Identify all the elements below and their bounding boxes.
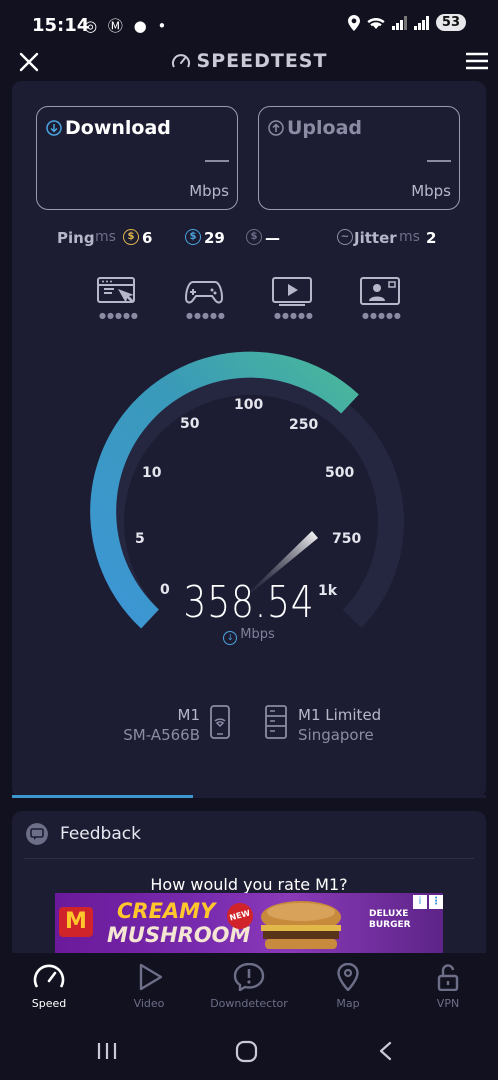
device-info: M1 SM-A566B [123, 705, 200, 745]
nav-speed[interactable]: Speed [0, 963, 99, 1010]
status-bar: 15:14 ◎ Ⓜ ● • 53 [0, 0, 498, 48]
nav-downdetector-label: Downdetector [210, 997, 288, 1010]
current-speed-unit-text: Mbps [240, 627, 275, 642]
nav-vpn-label: VPN [436, 997, 460, 1010]
ping-unit: ms [95, 229, 116, 245]
upload-value-dash [427, 160, 451, 162]
phone-wifi-icon [210, 705, 230, 739]
nav-video[interactable]: Video [99, 963, 199, 1010]
signal-icon [391, 15, 407, 30]
current-speed-value: 358.54 [183, 577, 315, 628]
device-name: M1 [177, 706, 201, 724]
gauge-tick-500: 500 [325, 465, 355, 481]
ad-side-text-1: DELUXE [369, 909, 409, 919]
notification-icons: ◎ Ⓜ ● • [84, 17, 170, 35]
jitter-label: Jitter [354, 229, 397, 247]
ad-options-icon[interactable]: ⋮ [429, 895, 443, 909]
provider-name: M1 Limited [298, 706, 382, 724]
status-time: 15:14 [32, 15, 90, 36]
ad-headline-1: CREAMY [117, 899, 216, 923]
app-bar: SPEEDTEST [0, 48, 498, 78]
bottom-navigation: Speed Video Downdetector Map VPN [0, 953, 498, 1023]
wifi-icon [367, 17, 385, 29]
home-icon[interactable] [235, 1040, 258, 1063]
feedback-divider [24, 858, 474, 859]
jitter-value: 2 [426, 229, 437, 247]
server-location: Singapore [298, 726, 374, 744]
feedback-title: Feedback [60, 824, 141, 844]
speedtest-logo-icon [171, 54, 190, 68]
test-progress-fill [12, 795, 193, 798]
upload-label: Upload [268, 117, 362, 139]
nav-map-label: Map [336, 997, 360, 1010]
gauge-tick-10: 10 [142, 465, 162, 481]
download-result-box: Download Mbps [36, 106, 238, 210]
ad-side-text: DELUXE BURGER [369, 909, 411, 931]
gauge-tick-750: 750 [332, 531, 362, 547]
recents-icon[interactable] [97, 1043, 117, 1059]
speedometer-icon [33, 964, 65, 988]
menu-icon[interactable] [466, 51, 488, 71]
download-arrow-icon [46, 120, 62, 136]
ad-side-text-2: BURGER [369, 920, 411, 930]
ping-label: Ping [57, 229, 95, 247]
nav-video-label: Video [133, 997, 165, 1010]
upload-arrow-icon [268, 120, 284, 136]
unlock-icon [437, 964, 459, 991]
gauge-tick-250: 250 [289, 417, 319, 433]
battery-indicator: 53 [435, 14, 466, 31]
ad-logo: M [59, 907, 93, 937]
system-icons: 53 [347, 14, 466, 31]
video-call-icon[interactable]: ●●●●● [359, 276, 401, 320]
upload-result-box: Upload Mbps [258, 106, 460, 210]
download-small-icon: ↓ [223, 631, 238, 645]
speedtest-card: Download Mbps Upload Mbps Ping ms $ 6 $ … [12, 81, 486, 798]
feedback-panel: Feedback How would you rate M1? M CREAMY… [12, 811, 486, 953]
back-icon[interactable] [379, 1041, 392, 1061]
gauge-tick-100: 100 [234, 397, 264, 413]
ping-download-value: 29 [204, 229, 225, 247]
nav-speed-label: Speed [31, 997, 67, 1010]
play-icon [139, 963, 163, 991]
ping-row: Ping ms $ 6 $ 29 $ — ~ Jitter ms 2 [57, 229, 437, 247]
device-model: SM-A566B [123, 726, 200, 744]
app-title: SPEEDTEST [0, 50, 498, 72]
feedback-icon [26, 823, 48, 845]
server-icon [265, 705, 287, 739]
download-label: Download [46, 117, 171, 139]
current-speed-unit: ↓ Mbps [12, 627, 486, 645]
nav-downdetector[interactable]: Downdetector [199, 963, 299, 1010]
nav-vpn[interactable]: VPN [398, 963, 498, 1010]
web-browsing-icon[interactable]: ●●●●● [96, 276, 138, 320]
feedback-question: How would you rate M1? [150, 875, 348, 894]
location-icon [347, 14, 360, 31]
download-label-text: Download [65, 117, 171, 139]
alert-icon [233, 963, 265, 991]
video-streaming-icon[interactable]: ●●●●● [271, 276, 313, 320]
signal-icon-2 [413, 15, 429, 30]
burger-image [261, 901, 341, 949]
app-title-text: SPEEDTEST [196, 50, 328, 72]
jitter-unit: ms [399, 229, 420, 245]
upload-unit: Mbps [411, 182, 451, 200]
server-info[interactable]: M1 Limited Singapore [298, 705, 381, 745]
gauge-tick-50: 50 [180, 416, 200, 432]
gaming-icon[interactable]: ●●●●● [183, 276, 225, 320]
ping-idle-value: 6 [142, 229, 153, 247]
upload-label-text: Upload [287, 117, 363, 139]
ad-headline-2: MUSHROOM [107, 923, 251, 947]
ad-info-icon[interactable]: i [413, 895, 427, 909]
download-unit: Mbps [189, 182, 229, 200]
advertisement-banner[interactable]: M CREAMY MUSHROOM NEW DELUXE BURGER i ⋮ [55, 893, 443, 953]
system-navigation-bar [97, 1040, 392, 1063]
download-value-dash [205, 160, 229, 162]
map-pin-icon [337, 963, 359, 991]
gauge-tick-5: 5 [135, 531, 145, 547]
nav-map[interactable]: Map [298, 963, 398, 1010]
ping-upload-value: — [265, 229, 280, 247]
